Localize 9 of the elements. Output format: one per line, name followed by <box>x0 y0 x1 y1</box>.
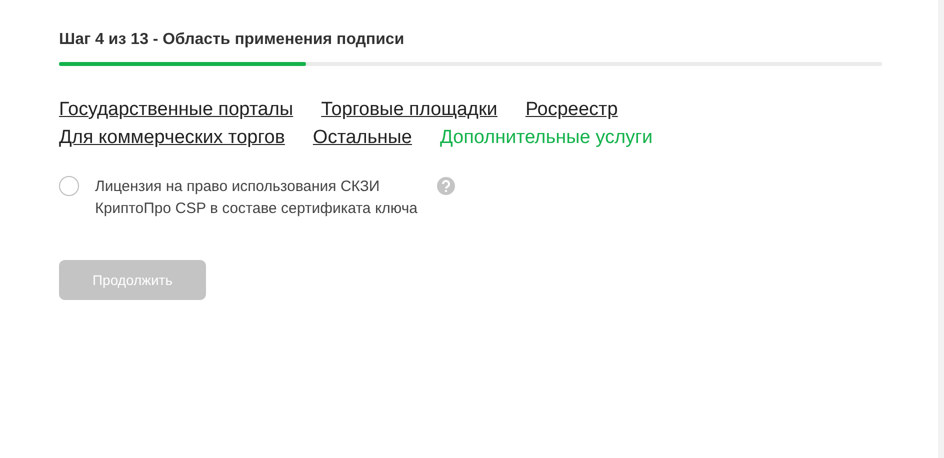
help-icon[interactable] <box>437 177 455 195</box>
option-label: Лицензия на право использования СКЗИ КриптоПро CSP в составе сертификата ключа <box>95 177 418 219</box>
category-link[interactable]: Торговые площадки <box>321 98 498 122</box>
step-title: Шаг 4 из 13 - Область применения подписи <box>59 30 406 50</box>
category-link[interactable]: Росреестр <box>525 98 618 122</box>
category-link[interactable]: Остальные <box>312 126 412 150</box>
category-link[interactable]: Государственные порталы <box>59 98 294 122</box>
radio-button[interactable] <box>59 176 79 196</box>
category-link[interactable]: Для коммерческих торгов <box>59 126 285 150</box>
